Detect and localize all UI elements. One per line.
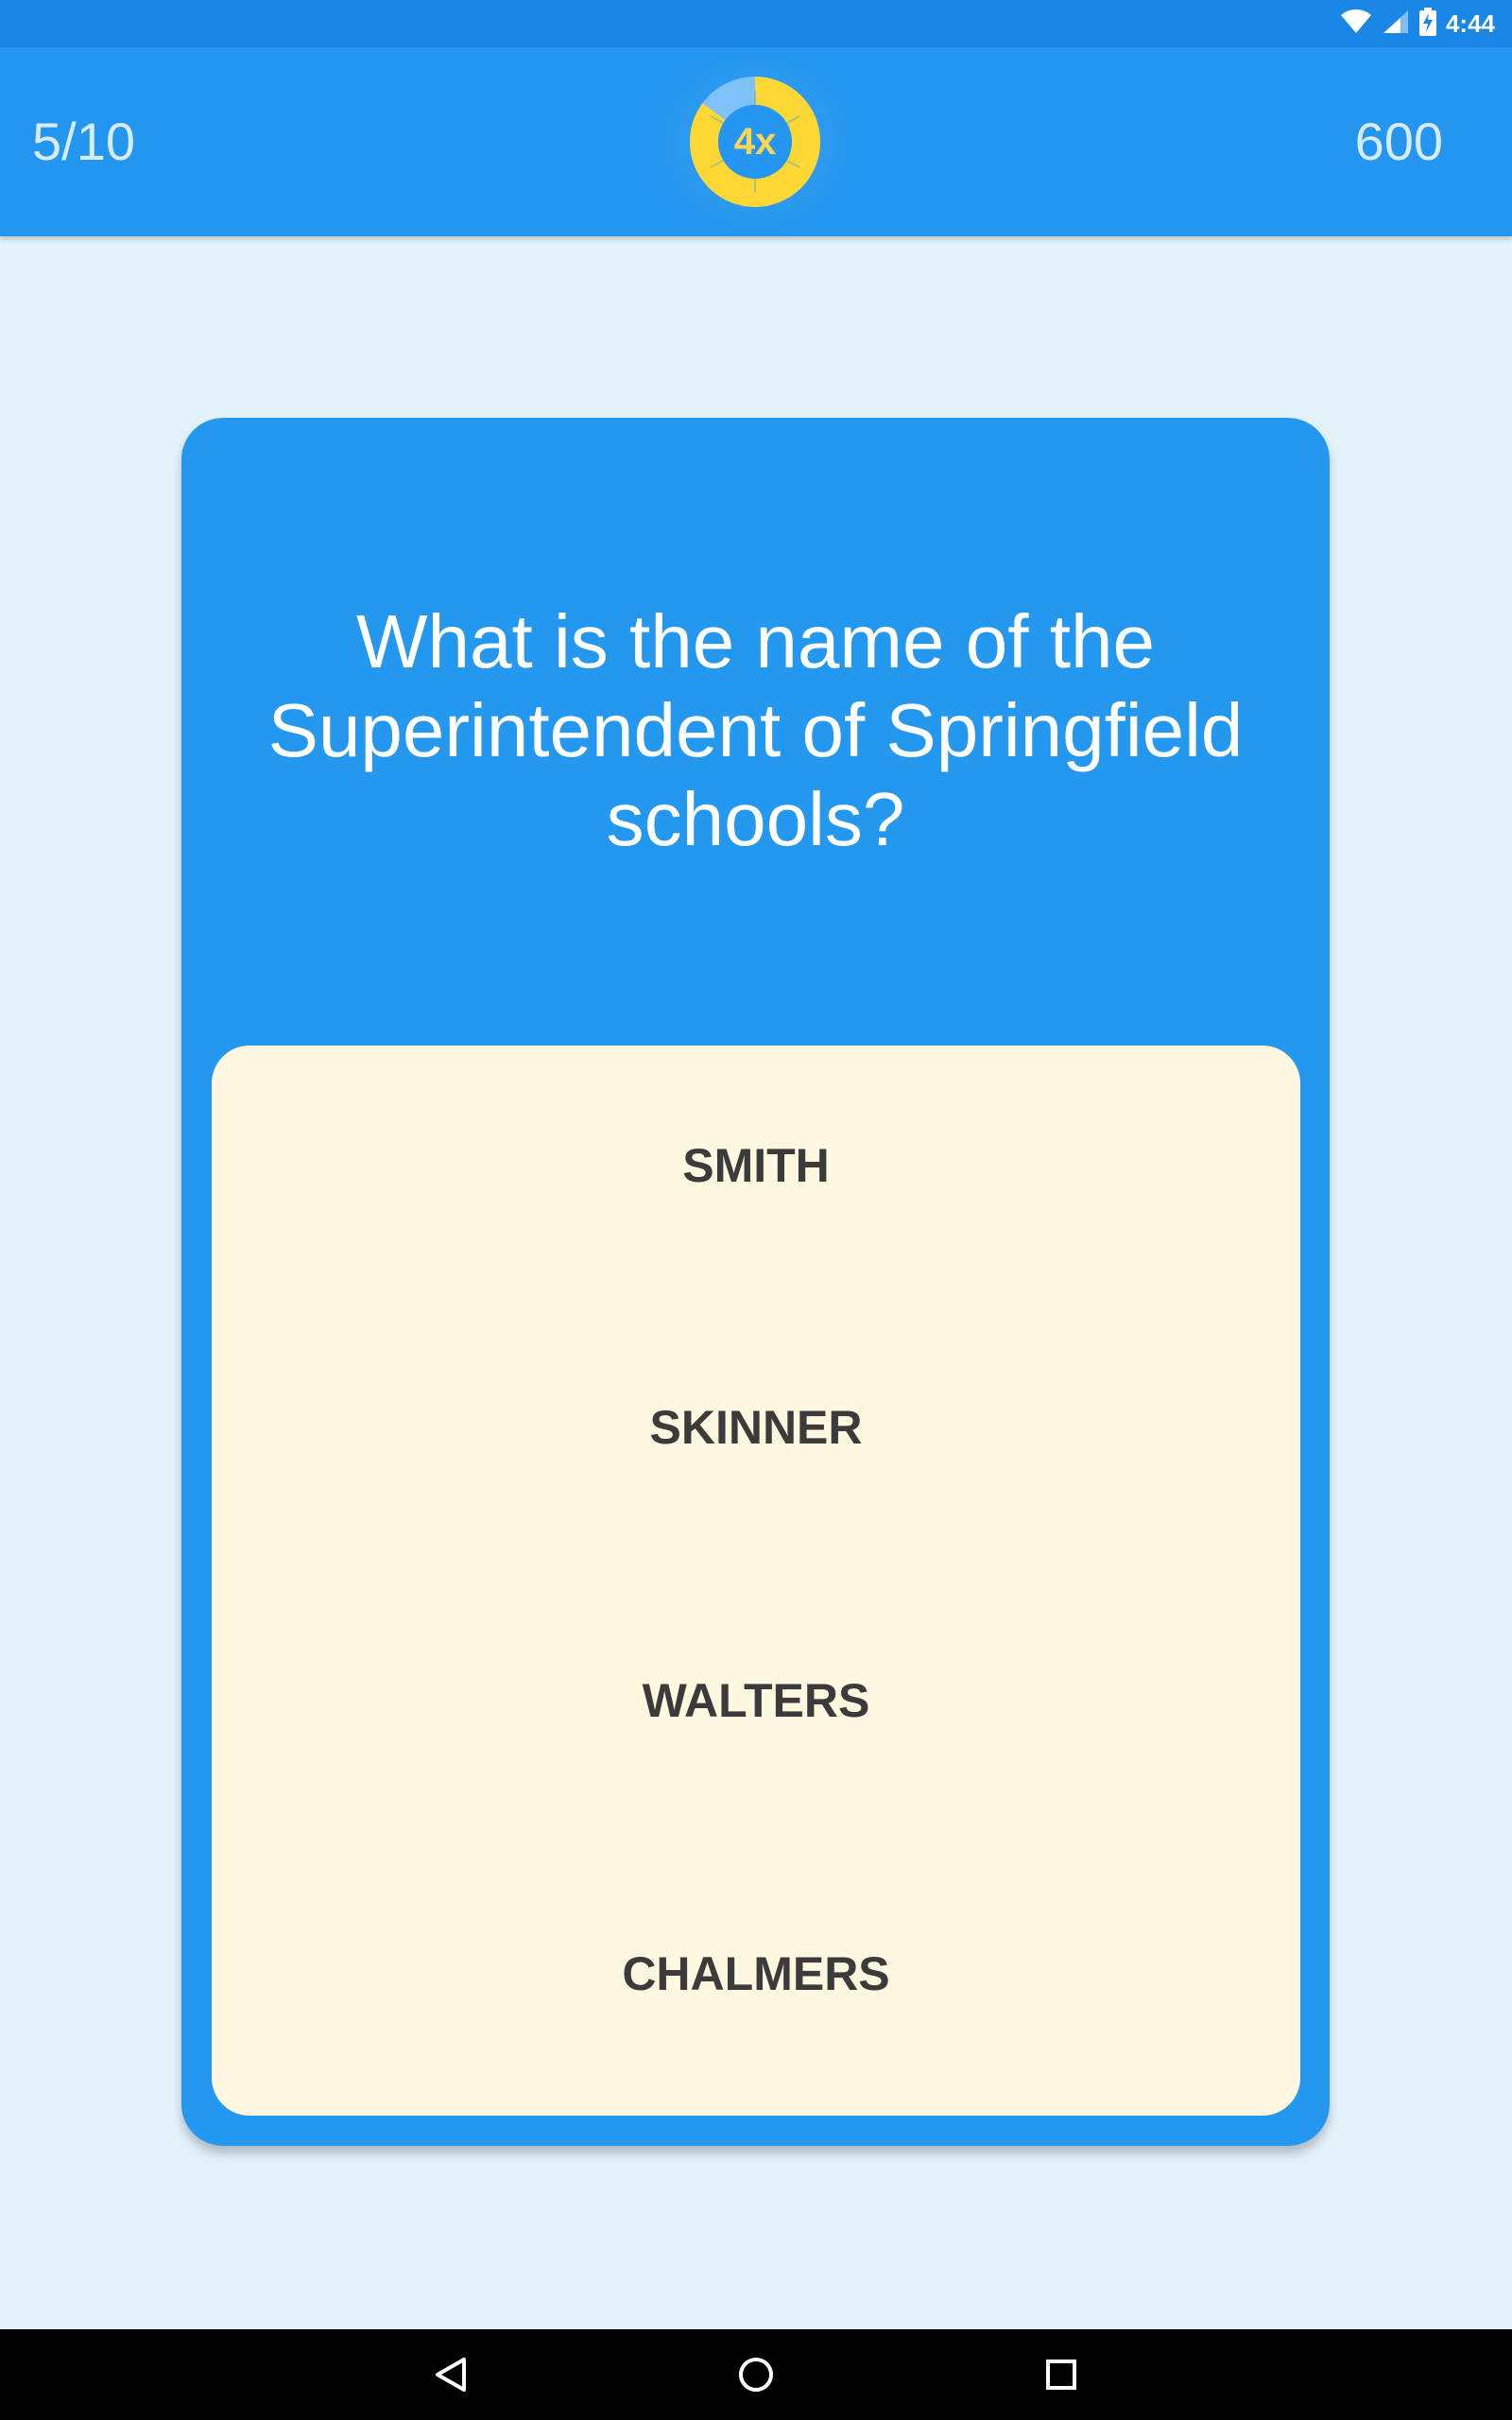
top-bar: 5/10 4x 600 [0, 47, 1512, 236]
score: 600 [1354, 112, 1443, 171]
question-progress: 5/10 [32, 112, 135, 171]
answer-option-3[interactable]: WALTERS [212, 1673, 1300, 1728]
answer-option-1[interactable]: SMITH [212, 1138, 1300, 1193]
battery-charging-icon [1418, 7, 1436, 41]
answer-option-2[interactable]: SKINNER [212, 1400, 1300, 1455]
multiplier-label: 4x [733, 121, 777, 163]
wifi-icon [1340, 9, 1372, 40]
status-icons: 4:44 [1340, 0, 1495, 47]
cell-signal-icon [1382, 9, 1410, 40]
status-bar: 4:44 [0, 0, 1512, 47]
answer-option-4[interactable]: CHALMERS [212, 1946, 1300, 2001]
question-text: What is the name of the Superintendent o… [267, 599, 1244, 861]
score-multiplier-badge: 4x [690, 77, 820, 207]
question-card: What is the name of the Superintendent o… [181, 418, 1330, 2146]
answer-options: SMITH SKINNER WALTERS CHALMERS [212, 1046, 1300, 2116]
navigation-bar [0, 2329, 1512, 2420]
home-icon[interactable] [728, 2346, 784, 2403]
back-icon[interactable] [422, 2346, 479, 2403]
status-time: 4:44 [1445, 9, 1495, 38]
recents-icon[interactable] [1033, 2346, 1090, 2403]
